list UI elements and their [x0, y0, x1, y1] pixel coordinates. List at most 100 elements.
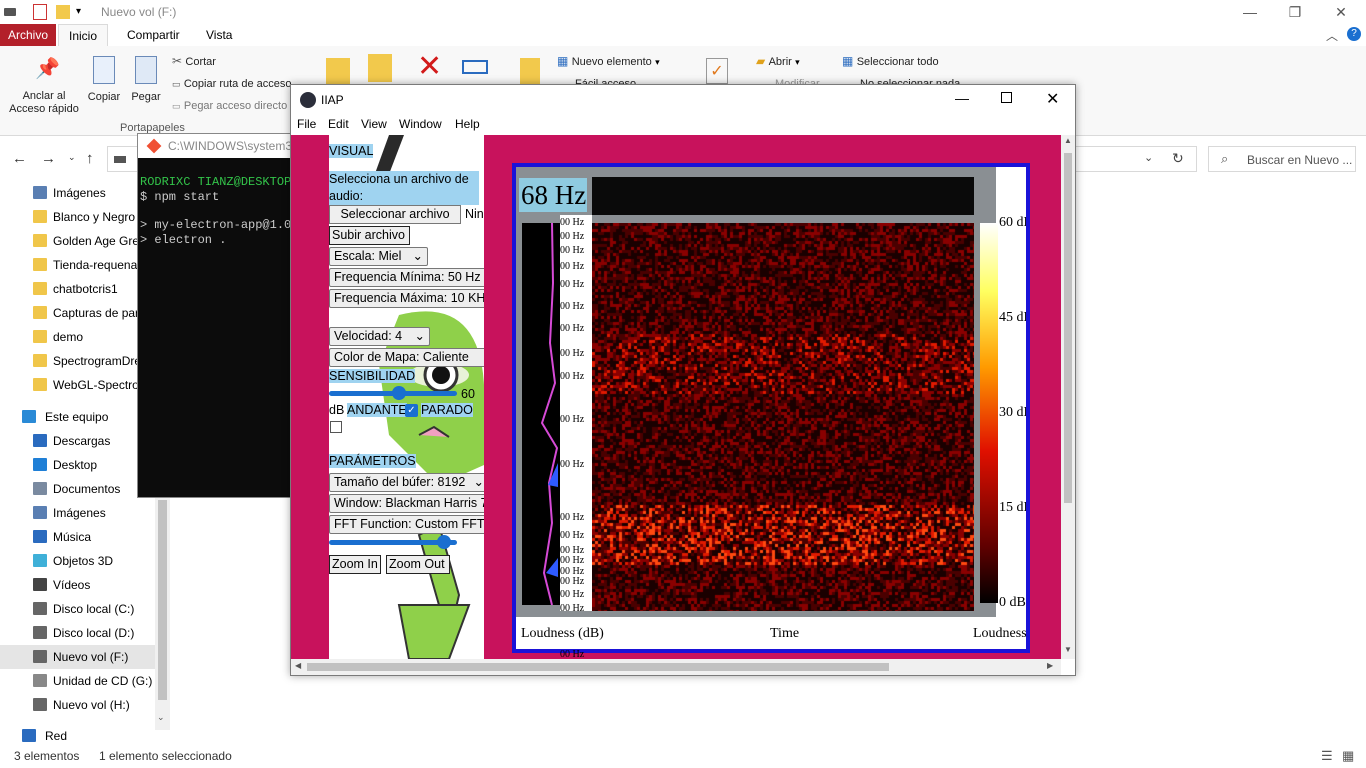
copy-to-icon[interactable] [368, 54, 392, 82]
tab-vista[interactable]: Vista [196, 24, 242, 46]
parado-checkbox[interactable] [330, 421, 342, 433]
help-icon[interactable]: ? [1347, 27, 1361, 41]
freq-max-select[interactable]: Frequencia Máxima: 10 KHz ⌄ [329, 289, 484, 308]
nav-item[interactable]: Red [0, 724, 155, 748]
properties-large-icon[interactable]: ✓ [706, 58, 728, 84]
colormap-select[interactable]: Color de Mapa: Caliente [329, 348, 484, 367]
tab-archivo[interactable]: Archivo [0, 24, 56, 46]
select-file-button[interactable]: Seleccionar archivo [329, 205, 461, 224]
scroll-left-icon[interactable]: ◀ [295, 661, 301, 670]
terminal-window[interactable]: C:\WINDOWS\system32 RODRIXC TIANZ@DESKTO… [137, 133, 298, 498]
maximize-icon[interactable] [1001, 92, 1012, 103]
restore-icon[interactable]: ❐ [1285, 2, 1305, 22]
vertical-scrollbar[interactable]: ▲ ▼ [1061, 135, 1075, 659]
select-all-button[interactable]: ▦ Seleccionar todo [842, 54, 939, 68]
sensitivity-slider[interactable] [329, 386, 457, 400]
nav-scroll-down-icon[interactable]: ⌄ [157, 712, 165, 723]
copy-path-button[interactable]: ▭ Copiar ruta de acceso [172, 76, 302, 90]
nav-item[interactable]: Descargas [0, 429, 155, 453]
menu-view[interactable]: View [361, 117, 387, 131]
nav-item[interactable]: Música [0, 525, 155, 549]
close-icon[interactable]: ✕ [1046, 89, 1059, 109]
nav-item[interactable]: Documentos [0, 477, 155, 501]
close-icon[interactable]: ✕ [1331, 2, 1351, 22]
nav-item[interactable]: Vídeos [0, 573, 155, 597]
pin-quick-access-button[interactable]: 📌 Anclar al Acceso rápido [8, 56, 80, 126]
paste-button[interactable]: Pegar [128, 56, 164, 103]
nav-item[interactable]: chatbotcris1 [0, 277, 155, 301]
zoom-out-button[interactable]: Zoom Out [386, 555, 450, 574]
search-box[interactable]: ⌕ Buscar en Nuevo ... [1208, 146, 1356, 172]
andante-checkbox[interactable]: ✓ [405, 404, 418, 417]
nav-item[interactable]: Disco local (C:) [0, 597, 155, 621]
buffer-select[interactable]: Tamaño del búfer: 8192 ⌄ [329, 473, 484, 492]
delete-icon[interactable]: ✕ [417, 52, 442, 82]
vscroll-thumb[interactable] [1064, 153, 1072, 503]
nav-item[interactable]: demo [0, 325, 155, 349]
fft-fn-select[interactable]: FFT Function: Custom FFT [329, 515, 484, 534]
fft-thumb[interactable] [437, 535, 451, 549]
address-dropdown-icon[interactable]: ⌄ [1144, 151, 1153, 164]
nav-scrollbar[interactable]: ⌄ [155, 480, 170, 730]
tab-inicio[interactable]: Inicio [58, 24, 109, 46]
horizontal-scrollbar[interactable]: ◀ ▶ [291, 659, 1061, 675]
nav-item[interactable]: Disco local (D:) [0, 621, 155, 645]
menu-edit[interactable]: Edit [328, 117, 349, 131]
paste-shortcut-button[interactable]: ▭ Pegar acceso directo [172, 98, 292, 112]
freq-min-select[interactable]: Frequencia Mínima: 50 Hz ⌄ [329, 268, 484, 287]
rename-icon[interactable] [462, 60, 488, 74]
scale-select[interactable]: Escala: Miel ⌄ [329, 247, 428, 266]
scroll-right-icon[interactable]: ▶ [1047, 661, 1053, 670]
recent-locations-icon[interactable]: ⌄ [68, 152, 76, 163]
nav-item[interactable]: SpectrogramDre [0, 349, 155, 373]
nav-item[interactable]: WebGL-Spectro [0, 373, 155, 397]
tab-compartir[interactable]: Compartir [117, 24, 190, 46]
forward-arrow-icon[interactable]: → [41, 150, 56, 167]
new-item-button[interactable]: ▦ Nuevo elemento ▾ [557, 54, 660, 68]
nav-item[interactable]: Nuevo vol (F:) [0, 645, 155, 669]
nav-item[interactable]: Unidad de CD (G:) [0, 669, 155, 693]
spectrogram-canvas [592, 223, 974, 611]
cut-button[interactable]: ✂ Cortar [172, 54, 216, 68]
sensitivity-thumb[interactable] [392, 386, 406, 400]
new-folder-large-icon[interactable] [520, 58, 540, 86]
minimize-icon[interactable]: — [955, 90, 969, 106]
refresh-icon[interactable]: ↻ [1172, 150, 1184, 167]
menu-file[interactable]: File [297, 117, 316, 131]
fft-slider[interactable] [329, 535, 457, 549]
minimize-icon[interactable]: — [1240, 2, 1260, 22]
nav-item[interactable]: Blanco y Negro [0, 205, 155, 229]
back-arrow-icon[interactable]: ← [12, 150, 27, 167]
nav-item[interactable]: Imágenes [0, 181, 155, 205]
copy-button[interactable]: Copiar [86, 56, 122, 103]
nav-item[interactable]: Objetos 3D [0, 549, 155, 573]
nav-item[interactable]: Nuevo vol (H:) [0, 693, 155, 717]
customize-toolbar-icon[interactable]: ▾ [76, 6, 81, 17]
new-item-icon: ▦ [557, 54, 569, 68]
open-button[interactable]: ▰ Abrir ▾ [756, 54, 800, 68]
menu-window[interactable]: Window [399, 117, 442, 131]
hscroll-thumb[interactable] [307, 663, 889, 671]
menu-help[interactable]: Help [455, 117, 480, 131]
velocity-select[interactable]: Velocidad: 4 ⌄ [329, 327, 430, 346]
properties-icon[interactable] [33, 4, 47, 20]
move-to-icon[interactable] [326, 58, 350, 86]
nav-item[interactable]: Capturas de par [0, 301, 155, 325]
details-view-icon[interactable]: ☰ [1321, 748, 1333, 764]
new-folder-icon[interactable] [56, 5, 70, 19]
nav-item[interactable]: Golden Age Gre [0, 229, 155, 253]
window-fn-select[interactable]: Window: Blackman Harris 7 [329, 494, 484, 513]
nav-item[interactable]: Imágenes [0, 501, 155, 525]
spectrogram-frame[interactable]: 68 Hz 00 Hz 00 Hz 00 Hz 00 Hz 00 Hz 00 Hz 00 H… [512, 163, 1030, 659]
upload-button[interactable]: Subir archivo [329, 226, 410, 245]
nav-item-label: chatbotcris1 [53, 282, 118, 296]
nav-item[interactable]: Desktop [0, 453, 155, 477]
scroll-down-icon[interactable]: ▼ [1064, 645, 1072, 654]
ribbon-collapse-icon[interactable]: ︿ [1326, 27, 1338, 44]
up-arrow-icon[interactable]: ↑ [86, 150, 94, 167]
nav-item[interactable]: Tienda-requena [0, 253, 155, 277]
scroll-up-icon[interactable]: ▲ [1064, 136, 1072, 145]
large-icons-view-icon[interactable]: ▦ [1342, 748, 1354, 764]
nav-item[interactable]: Este equipo [0, 405, 155, 429]
zoom-in-button[interactable]: Zoom In [329, 555, 381, 574]
